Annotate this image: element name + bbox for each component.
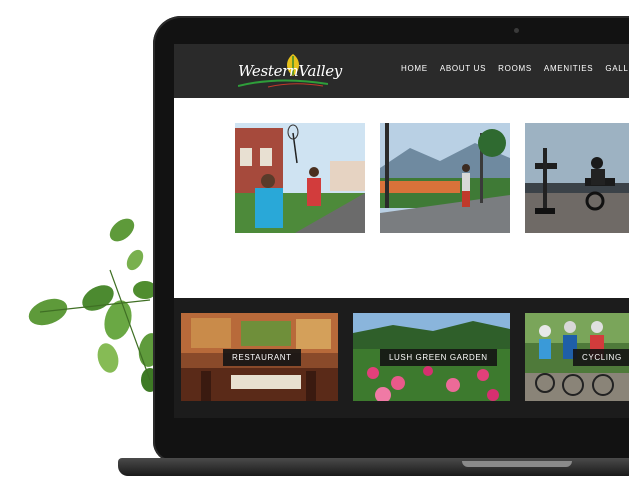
gallery-photo-badminton[interactable] — [235, 123, 365, 233]
logo-swoosh-icon — [238, 79, 328, 88]
nav-home[interactable]: HOME — [401, 64, 428, 73]
gym-image — [525, 123, 629, 233]
laptop-screen: WesternValley HOME ABOUT US ROOMS AMENIT… — [174, 44, 629, 418]
decorative-leaves — [28, 218, 162, 392]
amenity-card-garden[interactable]: LUSH GREEN GARDEN — [353, 313, 510, 401]
nav-about-us[interactable]: ABOUT US — [440, 64, 486, 73]
card-label-cycling: CYCLING — [573, 349, 629, 366]
main-nav: HOME ABOUT US ROOMS AMENITIES GALLERY — [401, 64, 629, 73]
amenity-card-restaurant[interactable]: RESTAURANT — [181, 313, 338, 401]
amenities-band: RESTAURANT LUSH GREEN GARDEN CYCLING — [174, 298, 629, 418]
amenity-card-cycling[interactable]: CYCLING — [525, 313, 629, 401]
walking-path-image — [380, 123, 510, 233]
laptop-notch — [462, 461, 572, 467]
laptop-camera — [514, 28, 519, 33]
gallery-photo-walking-path[interactable] — [380, 123, 510, 233]
nav-amenities[interactable]: AMENITIES — [544, 64, 593, 73]
badminton-image — [235, 123, 365, 233]
nav-rooms[interactable]: ROOMS — [498, 64, 532, 73]
nav-gallery[interactable]: GALLERY — [605, 64, 629, 73]
site-header: WesternValley HOME ABOUT US ROOMS AMENIT… — [174, 44, 629, 98]
card-label-restaurant: RESTAURANT — [223, 349, 301, 366]
card-label-garden: LUSH GREEN GARDEN — [380, 349, 497, 366]
gallery-photo-gym[interactable] — [525, 123, 629, 233]
site-logo[interactable]: WesternValley — [234, 52, 342, 92]
